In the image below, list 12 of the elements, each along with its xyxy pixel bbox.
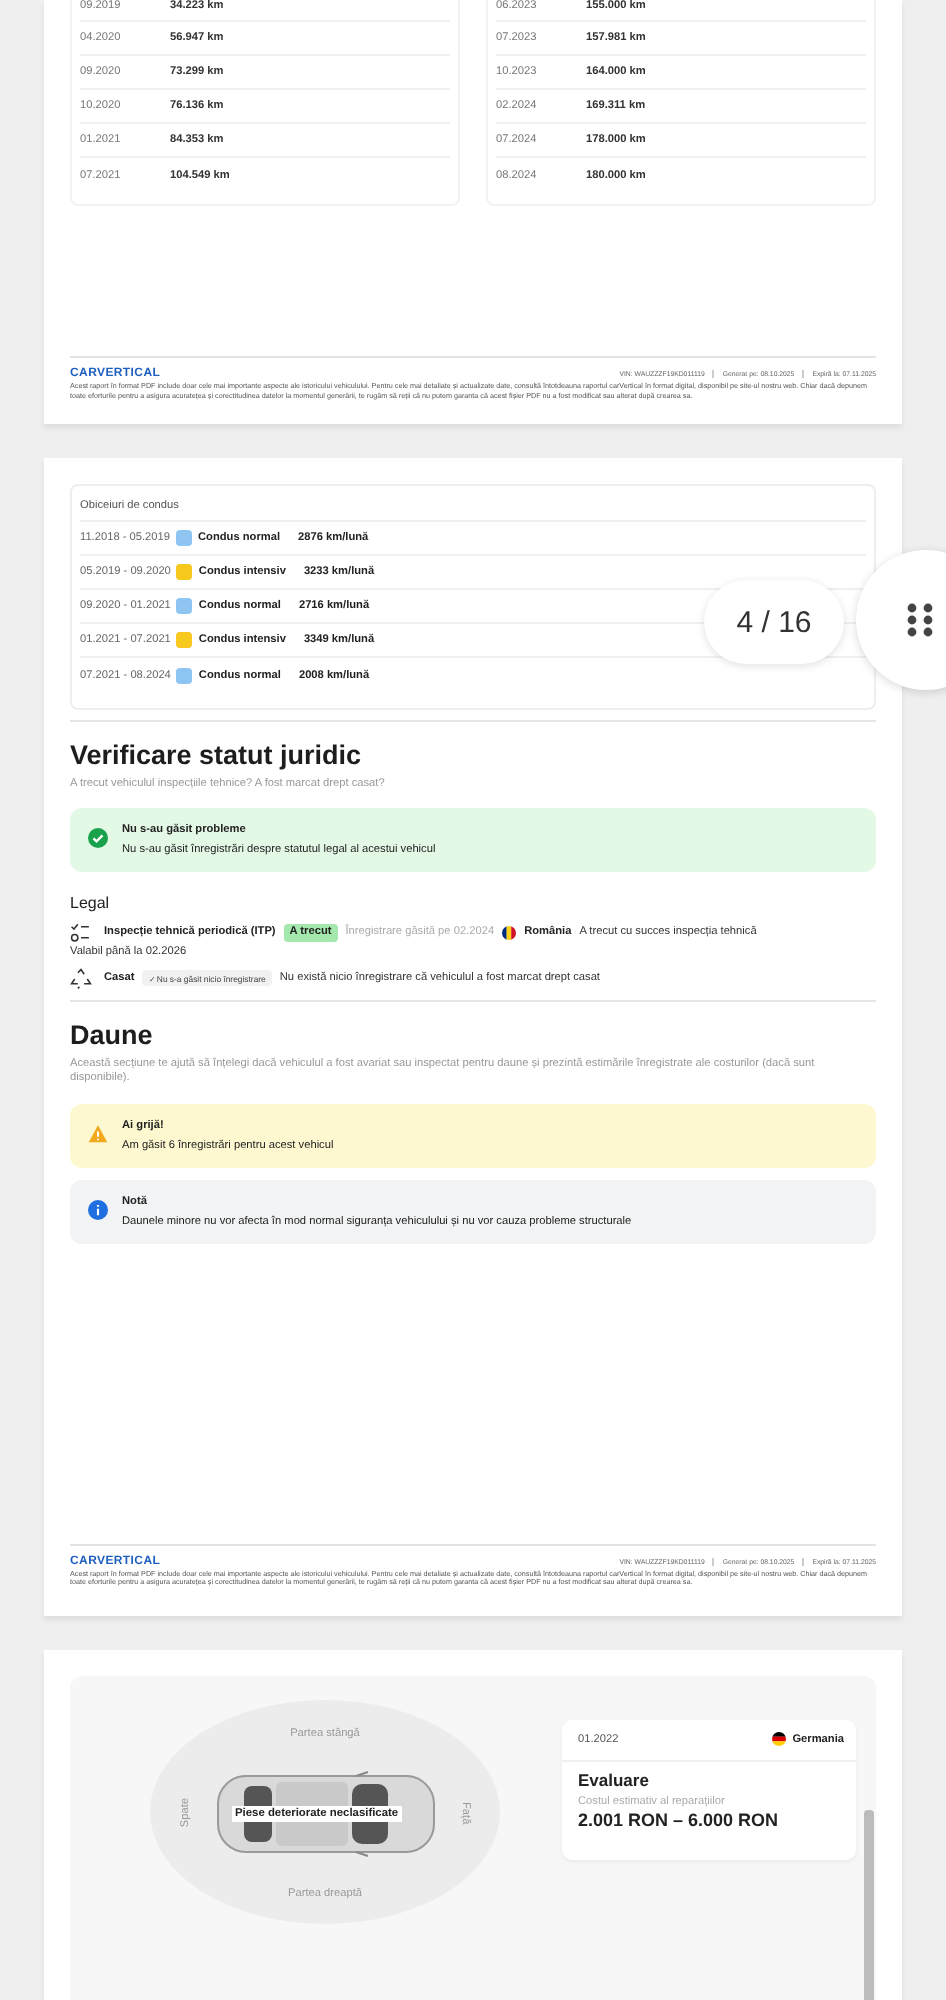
flag-icon: [502, 925, 517, 939]
section-title: Verificare statut juridic: [70, 740, 364, 770]
section-title: Daune: [70, 1019, 155, 1049]
check-icon: [88, 827, 108, 847]
cost-range: 2.001 RON – 6.000 RON: [578, 1809, 781, 1829]
flag-icon: [772, 1732, 787, 1746]
info-icon: [88, 1199, 108, 1219]
grid-icon: [906, 602, 934, 638]
record-title: Evaluare: [578, 1769, 651, 1789]
subsection-title: Legal: [70, 893, 112, 911]
checklist-icon: [70, 921, 92, 943]
warning-icon: [88, 1123, 108, 1143]
